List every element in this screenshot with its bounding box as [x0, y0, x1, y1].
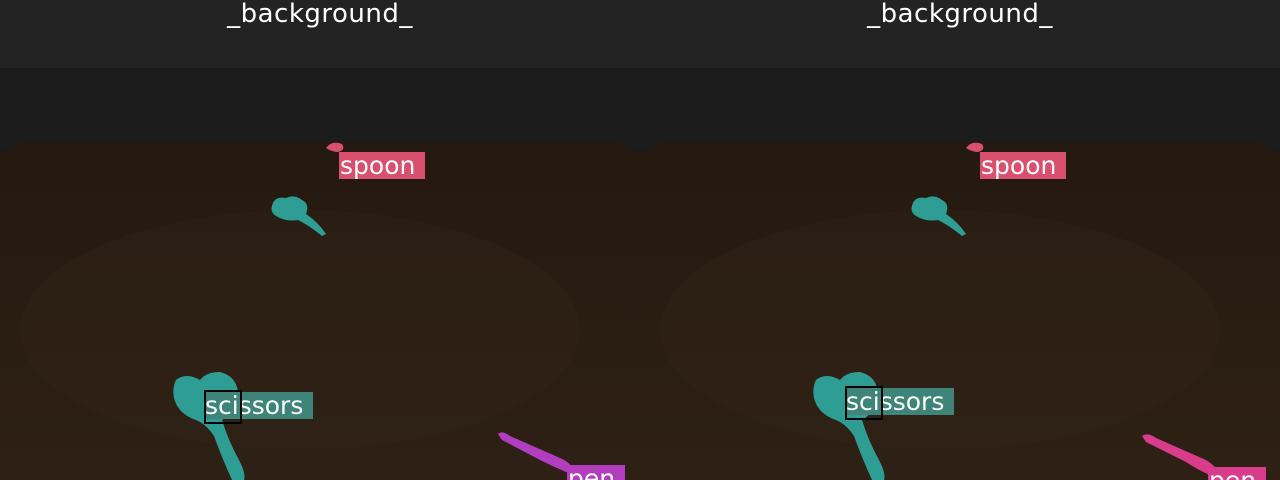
- wall: [640, 68, 1280, 148]
- spoon-label: spoon: [980, 152, 1067, 179]
- pen-label: pen: [1208, 467, 1267, 480]
- wall: [0, 68, 640, 148]
- right-panel: _background_ spoon scissors pen: [640, 0, 1280, 480]
- right-scene: [640, 0, 1280, 480]
- left-scene: [0, 0, 640, 480]
- segmentation-comparison: _background_ spoon scissors pen _backgro: [0, 0, 1280, 480]
- background-label: _background_: [227, 0, 413, 29]
- spoon-label: spoon: [339, 152, 426, 179]
- pen-label: pen: [567, 465, 626, 480]
- scissors-keypoint-box: [845, 386, 883, 420]
- background-label: _background_: [867, 0, 1053, 29]
- scissors-keypoint-box: [204, 390, 242, 424]
- left-panel: _background_ spoon scissors pen: [0, 0, 640, 480]
